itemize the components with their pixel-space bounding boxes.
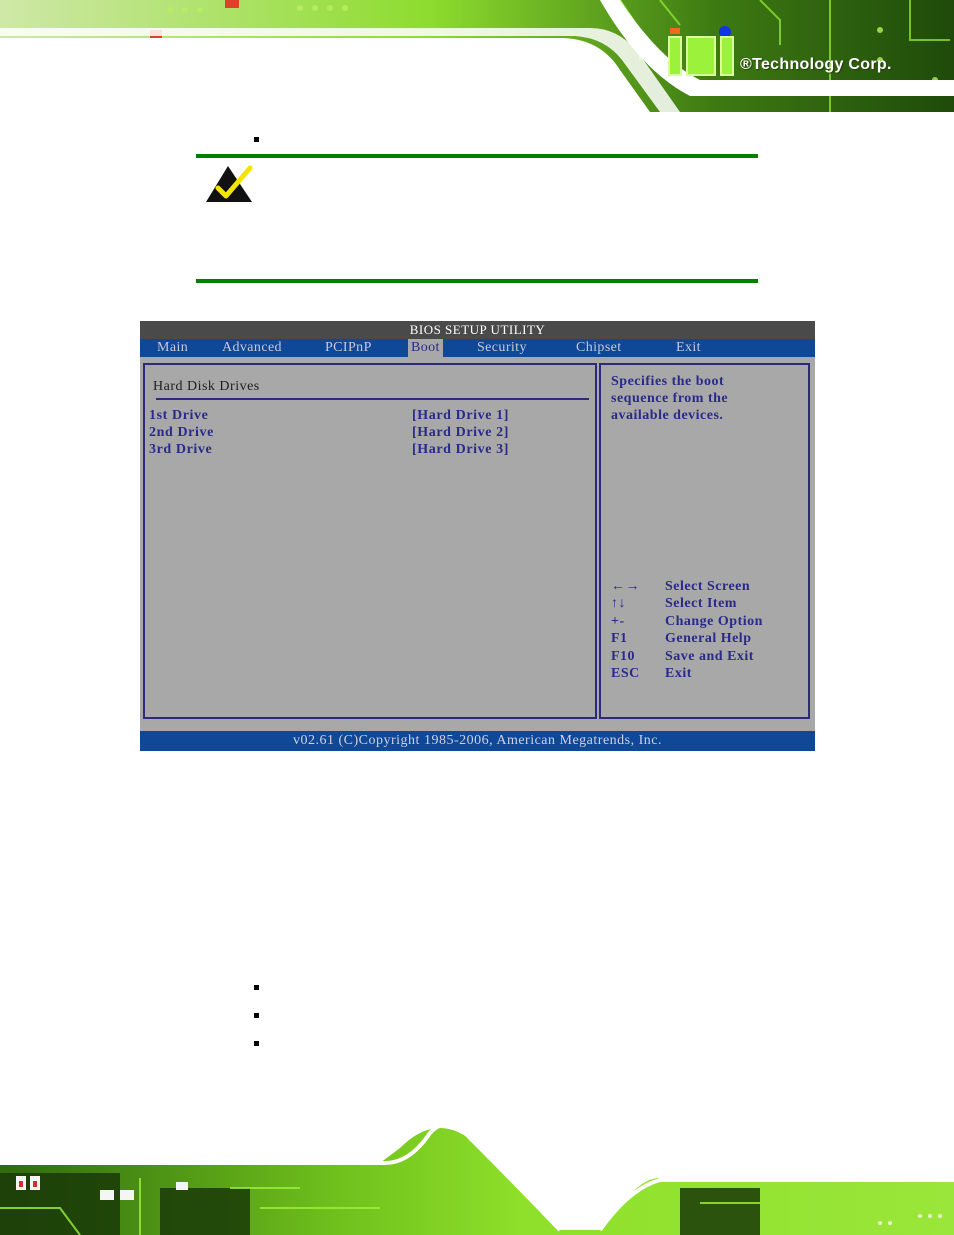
tab-exit[interactable]: Exit xyxy=(673,339,704,357)
key-label: +- xyxy=(611,613,625,629)
key-description: Select Item xyxy=(665,596,737,612)
checkmark-triangle-icon xyxy=(206,165,253,202)
bios-title: BIOS SETUP UTILITY xyxy=(140,321,815,339)
drive-value[interactable]: [Hard Drive 3] xyxy=(412,442,509,458)
logo-letter-i2 xyxy=(720,36,734,76)
drive-label: 3rd Drive xyxy=(149,442,213,457)
note-bottom-rule xyxy=(196,279,758,283)
key-description: Change Option xyxy=(665,613,763,629)
key-description: Select Screen xyxy=(665,579,751,594)
key-label: F1 xyxy=(611,631,628,647)
section-title: Hard Disk Drives xyxy=(153,379,260,394)
tab-pcipnp[interactable]: PCIPnP xyxy=(322,339,375,357)
drive-label: 1st Drive xyxy=(149,408,209,423)
iei-logo xyxy=(668,26,738,76)
bullet-point xyxy=(254,1013,259,1018)
drive-label: 2nd Drive xyxy=(149,425,214,440)
tab-advanced[interactable]: Advanced xyxy=(219,339,285,357)
bios-menu-bar: Main Advanced PCIPnP Boot Security Chips… xyxy=(140,339,815,357)
header-banner: ®Technology Corp. xyxy=(0,0,954,112)
key-legend: ←→ Select Screen ↑↓ Select Item +- Chang… xyxy=(611,579,807,683)
tab-chipset[interactable]: Chipset xyxy=(573,339,625,357)
logo-letter-i xyxy=(668,36,682,76)
drive-value[interactable]: [Hard Drive 2] xyxy=(412,425,509,441)
tab-security[interactable]: Security xyxy=(474,339,530,357)
key-row-select-screen: ←→ Select Screen xyxy=(611,579,807,596)
key-description: Exit xyxy=(665,665,692,681)
bullet-point xyxy=(254,1041,259,1046)
bios-screen: BIOS SETUP UTILITY Main Advanced PCIPnP … xyxy=(140,321,815,751)
settings-pane: Hard Disk Drives 1st Drive [Hard Drive 1… xyxy=(143,363,597,719)
key-row-general-help: F1 General Help xyxy=(611,631,807,648)
help-line: sequence from the xyxy=(611,391,729,406)
logo-letter-e xyxy=(686,36,716,76)
key-label: ESC xyxy=(611,665,640,681)
note-top-rule xyxy=(196,154,758,158)
tab-boot[interactable]: Boot xyxy=(408,339,443,357)
section-divider xyxy=(156,398,589,400)
help-line: Specifies the boot xyxy=(611,374,725,389)
key-row-save-exit: F10 Save and Exit xyxy=(611,649,807,666)
key-description: Save and Exit xyxy=(665,648,754,664)
bios-copyright: v02.61 (C)Copyright 1985-2006, American … xyxy=(140,731,815,751)
tab-main[interactable]: Main xyxy=(154,339,191,357)
help-pane: Specifies the boot sequence from the ava… xyxy=(599,363,810,719)
key-row-select-item: ↑↓ Select Item xyxy=(611,596,807,613)
drive-row-3rd[interactable]: 3rd Drive [Hard Drive 3] xyxy=(149,442,589,459)
brand-text: ®Technology Corp. xyxy=(740,56,892,73)
up-down-arrows-icon: ↑↓ xyxy=(611,596,626,612)
drive-row-1st[interactable]: 1st Drive [Hard Drive 1] xyxy=(149,408,589,425)
drive-row-2nd[interactable]: 2nd Drive [Hard Drive 2] xyxy=(149,425,589,442)
footer-banner xyxy=(0,1118,954,1235)
bullet-point xyxy=(254,137,259,142)
circuit-board-graphic xyxy=(0,1118,954,1235)
drive-value[interactable]: [Hard Drive 1] xyxy=(412,408,509,424)
key-row-change-option: +- Change Option xyxy=(611,614,807,631)
left-right-arrows-icon: ←→ xyxy=(611,579,640,594)
key-description: General Help xyxy=(665,631,752,647)
logo-orange-square xyxy=(670,28,680,34)
bullet-point xyxy=(254,985,259,990)
key-row-exit: ESC Exit xyxy=(611,666,807,683)
help-description: Specifies the boot sequence from the ava… xyxy=(611,373,801,424)
help-line: available devices. xyxy=(611,408,724,423)
key-label: F10 xyxy=(611,648,636,664)
